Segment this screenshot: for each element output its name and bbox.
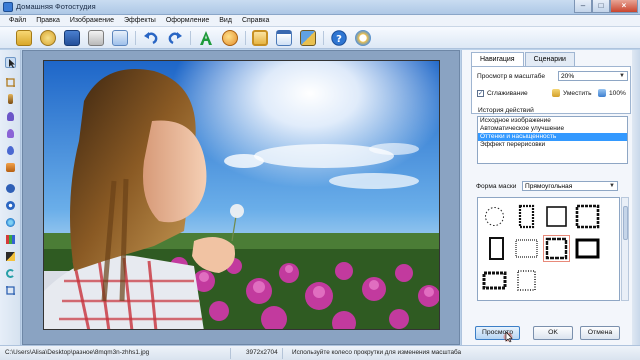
mask-label: Форма маски [476,183,517,190]
menu-help[interactable]: Справка [237,15,274,26]
mask-shape-item[interactable] [575,204,600,229]
calendar-icon[interactable] [276,30,292,46]
zoom-select[interactable]: 20% ▼ [558,71,628,81]
smoothing-label: Сглаживание [487,90,528,97]
mask-shape-item[interactable] [482,268,507,293]
menu-edit[interactable]: Правка [31,15,65,26]
zoom-value: 20% [561,73,575,80]
open-globe-icon[interactable] [40,30,56,46]
tab-scenarios[interactable]: Сценарии [524,52,575,66]
fill-icon[interactable] [5,111,16,122]
minimize-button[interactable]: – [574,0,592,13]
full-size-label[interactable]: 100% [609,90,626,97]
status-dimensions: 3972x2704 [246,349,278,356]
export-icon[interactable] [112,30,128,46]
status-hint: Используйте колесо прокрутки для изменен… [292,349,462,356]
zoom-100-icon[interactable] [598,89,606,97]
close-button[interactable]: × [610,0,638,13]
maximize-button[interactable]: □ [592,0,610,13]
menu-file[interactable]: Файл [4,15,31,26]
window-title: Домашняя Фотостудия [16,2,96,11]
redo-icon[interactable] [167,30,183,46]
chevron-down-icon: ▼ [619,73,625,79]
history-item[interactable]: Эффект перерисовки [478,141,627,149]
menu-effects[interactable]: Эффекты [119,15,161,26]
mask-list-scrollbar[interactable] [621,197,629,301]
mask-shape-item[interactable] [514,204,539,229]
history-item[interactable]: Исходное изображение [478,117,627,125]
drop-icon[interactable] [5,145,16,156]
color-balance-icon[interactable] [5,234,16,245]
fit-label[interactable]: Уместить [563,90,592,97]
levels-icon[interactable] [5,183,16,194]
history-label: История действий [478,107,534,114]
mask-shape-item-selected[interactable] [543,235,570,262]
history-item[interactable]: Автоматическое улучшение [478,125,627,133]
tab-navigation[interactable]: Навигация [471,52,524,66]
mask-shape-item[interactable] [514,268,539,293]
sharpen-icon[interactable] [5,217,16,228]
rotate-icon[interactable] [5,268,16,279]
crop-icon[interactable] [5,77,16,88]
window-scrollbar[interactable] [632,50,640,345]
ok-button[interactable]: OK [533,326,573,340]
menu-image[interactable]: Изображение [65,15,119,26]
menu-view[interactable]: Вид [214,15,237,26]
menu-design[interactable]: Оформление [161,15,214,26]
smoothing-checkbox[interactable]: ✓ [477,90,484,97]
redeye-icon[interactable] [5,200,16,211]
eyedropper-icon[interactable] [5,128,16,139]
mask-value: Прямоугольная [525,183,573,190]
pointer-icon[interactable] [5,57,16,68]
mask-select[interactable]: Прямоугольная ▼ [522,181,618,191]
palette-icon[interactable] [222,30,238,46]
settings-icon[interactable] [355,30,371,46]
frame-icon[interactable] [252,30,268,46]
photo-preview[interactable] [43,60,440,330]
history-item-selected[interactable]: Оттенки и насыщенность [478,133,627,141]
print-icon[interactable] [88,30,104,46]
help-icon[interactable]: ? [331,30,347,46]
mask-shape-item[interactable] [575,236,600,261]
contrast-icon[interactable] [5,251,16,262]
status-file-path: C:\Users\Alisa\Desktop\разное\8mqm3n-zhh… [5,349,150,356]
scrollbar-thumb[interactable] [623,206,628,240]
history-list[interactable]: Исходное изображение Автоматическое улуч… [477,116,628,164]
menu-bar: Файл Правка Изображение Эффекты Оформлен… [0,15,640,27]
zoom-label: Просмотр в масштабе [477,73,546,80]
stamp-icon[interactable] [5,162,16,173]
mask-shape-item[interactable] [544,204,569,229]
main-toolbar: ? [0,27,640,49]
status-bar: C:\Users\Alisa\Desktop\разное\8mqm3n-zhh… [0,345,640,360]
mask-shape-item[interactable] [484,236,509,261]
title-bar: Домашняя Фотостудия – □ × [0,0,640,15]
chevron-down-icon: ▼ [609,183,615,189]
left-toolbox [0,50,21,345]
mask-shape-item[interactable] [514,236,539,261]
fit-icon[interactable] [552,89,560,97]
preview-button[interactable]: Просмотр [475,326,520,340]
cancel-button[interactable]: Отмена [580,326,620,340]
text-tool-icon[interactable] [198,30,214,46]
canvas-area[interactable] [22,50,460,345]
mask-shape-item[interactable] [482,204,507,229]
mask-shape-list[interactable] [477,197,620,301]
svg-text:?: ? [336,34,342,45]
mouse-cursor-icon [503,331,513,343]
brush-icon[interactable] [5,94,16,105]
frame-tool-icon[interactable] [5,285,16,296]
undo-icon[interactable] [143,30,159,46]
open-folder-icon[interactable] [16,30,32,46]
save-icon[interactable] [64,30,80,46]
collage-icon[interactable] [300,30,316,46]
app-icon [3,2,13,12]
